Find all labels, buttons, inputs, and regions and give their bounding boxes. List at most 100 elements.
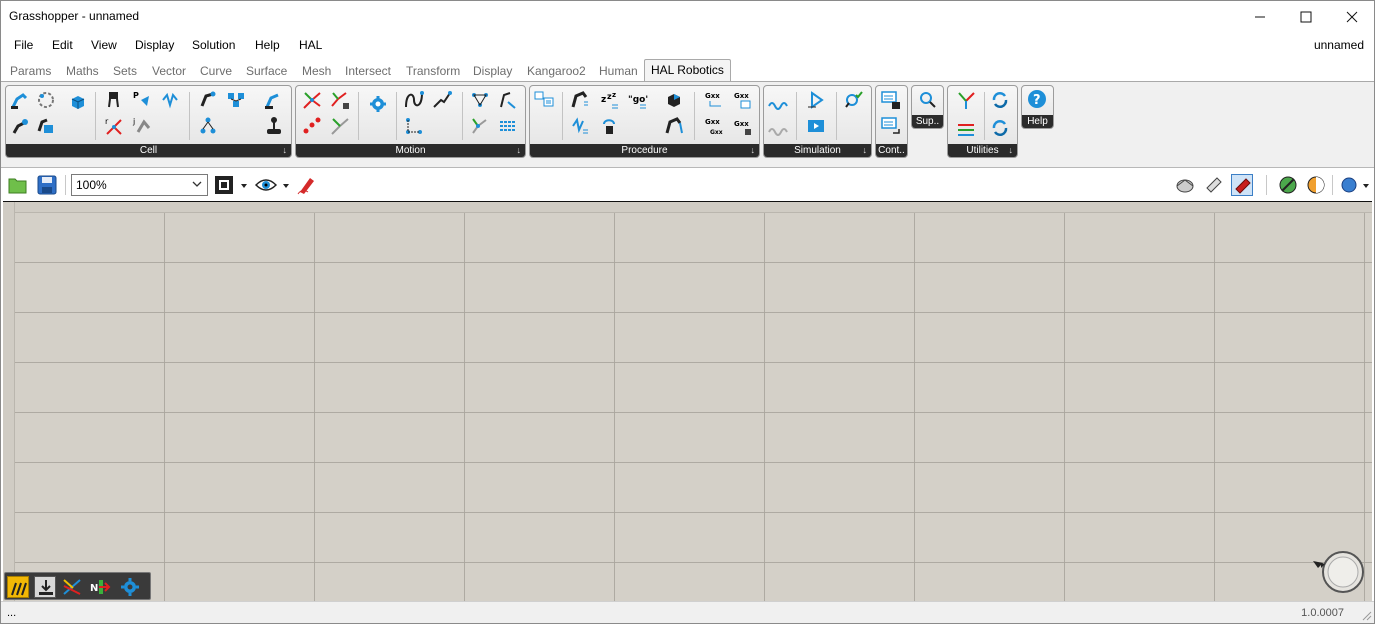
tool-change-icon[interactable] [600,116,620,136]
tab-display[interactable]: Display [473,64,512,78]
gripper-icon[interactable] [104,90,124,110]
close-button[interactable] [1329,1,1375,32]
tab-intersect[interactable]: Intersect [345,64,391,78]
target-list-icon[interactable] [330,90,350,110]
mechanism-icon[interactable] [198,90,218,110]
tab-sets[interactable]: Sets [113,64,137,78]
expand-icon[interactable]: ↓ [863,144,868,157]
node-path-icon[interactable] [404,116,424,136]
hierarchy-icon[interactable] [198,116,218,136]
download-widget-button[interactable] [34,576,56,598]
wait-zzz-icon[interactable]: zzz [600,90,620,110]
expand-icon[interactable]: ↓ [751,144,756,157]
fancy-wires-button[interactable] [61,576,83,598]
tab-maths[interactable]: Maths [66,64,99,78]
tab-params[interactable]: Params [10,64,51,78]
display-mode-button[interactable] [1339,174,1361,196]
frame-r-icon[interactable]: r [104,116,124,136]
signal-change-icon[interactable] [570,116,590,136]
target-grey-icon[interactable] [330,116,350,136]
linear-path-icon[interactable] [432,90,452,110]
curve-path-icon[interactable] [404,90,424,110]
save-file-button[interactable] [36,174,58,196]
settings-gear-icon[interactable] [368,94,388,114]
widget-settings-button[interactable] [119,576,141,598]
points-red-icon[interactable] [302,116,322,136]
display-mode-menu-button[interactable] [1361,174,1371,196]
robot-chain-icon[interactable] [36,90,56,110]
expand-icon[interactable]: ↓ [1009,144,1014,157]
menu-hal[interactable]: HAL [299,38,322,52]
procedure-list-icon[interactable] [534,90,554,110]
support-search-icon[interactable] [917,90,937,110]
menu-solution[interactable]: Solution [192,38,235,52]
robot-tool-icon[interactable] [10,116,30,136]
list-lines-icon[interactable] [498,116,518,136]
custom-go-icon[interactable]: "go" [628,90,648,110]
zoom-menu-button[interactable] [239,174,249,196]
tab-hal-robotics[interactable]: HAL Robotics [644,59,731,82]
minimize-button[interactable] [1237,1,1283,32]
cube-icon[interactable] [68,92,88,112]
gcode-block-icon[interactable]: Gxx [732,116,752,136]
tab-curve[interactable]: Curve [200,64,232,78]
robot-arm-icon[interactable] [10,90,30,110]
joint-j-icon[interactable]: j [132,116,152,136]
expand-icon[interactable]: ↓ [517,144,522,157]
menu-help[interactable]: Help [255,38,280,52]
menu-view[interactable]: View [91,38,117,52]
video-icon[interactable] [806,116,826,136]
preview-selected-button[interactable] [1231,174,1253,196]
path-nodes-icon[interactable] [470,90,490,110]
grasshopper-canvas[interactable] [15,213,1372,602]
cad-cube-icon[interactable] [664,90,684,110]
resize-grip-icon[interactable] [1360,609,1372,621]
menu-display[interactable]: Display [135,38,174,52]
sketch-button[interactable] [296,174,318,196]
expand-icon[interactable]: ↓ [283,144,288,157]
preview-wireframe-button[interactable] [1174,174,1196,196]
gcode-convert-icon[interactable]: Gxx Gxx [704,116,724,136]
robot-configure-icon[interactable] [264,90,284,110]
target-frame-icon[interactable] [302,90,322,110]
wave-icon[interactable] [768,94,788,114]
zoom-combobox[interactable]: 100% [71,174,208,196]
gcode-list-icon[interactable]: Gxx [732,90,752,110]
robot-base-icon[interactable] [36,116,56,136]
tab-human[interactable]: Human [599,64,638,78]
preview-button[interactable] [255,174,277,196]
help-question-icon[interactable]: ? [1027,89,1047,109]
joystick-icon[interactable] [264,116,284,136]
inspect-check-icon[interactable] [844,90,864,110]
signal-icon[interactable] [160,90,180,110]
menu-edit[interactable]: Edit [52,38,73,52]
canvas-navigation-compass[interactable] [1321,550,1365,594]
target-multi-icon[interactable] [470,116,490,136]
preview-shaded-button[interactable] [1203,174,1225,196]
maximize-button[interactable] [1283,1,1329,32]
controller-upload-icon[interactable] [881,116,901,136]
material-preview-button[interactable] [1305,174,1327,196]
nsign-widget-button[interactable]: N [89,576,111,598]
tab-vector[interactable]: Vector [152,64,186,78]
sync-icon[interactable] [990,118,1010,138]
move-robot-icon[interactable] [570,90,590,110]
point-tool-icon[interactable]: P [132,90,152,110]
simulate-play-icon[interactable] [806,90,826,110]
wave-grey-icon[interactable] [768,120,788,140]
profiler-widget-button[interactable] [7,576,29,598]
tab-mesh[interactable]: Mesh [302,64,331,78]
open-file-button[interactable] [7,174,29,196]
robot-sync-icon[interactable] [664,116,684,136]
tab-transform[interactable]: Transform [406,64,460,78]
tab-kangaroo2[interactable]: Kangaroo2 [527,64,586,78]
document-preview-button[interactable] [1277,174,1299,196]
assembly-icon[interactable] [226,90,246,110]
list-colored-icon[interactable] [956,118,976,138]
tab-surface[interactable]: Surface [246,64,287,78]
menu-file[interactable]: File [14,38,33,52]
zoom-extents-button[interactable] [213,174,235,196]
gcode-import-icon[interactable]: Gxx [704,90,724,110]
preview-menu-button[interactable] [281,174,291,196]
path-robot-icon[interactable] [498,90,518,110]
